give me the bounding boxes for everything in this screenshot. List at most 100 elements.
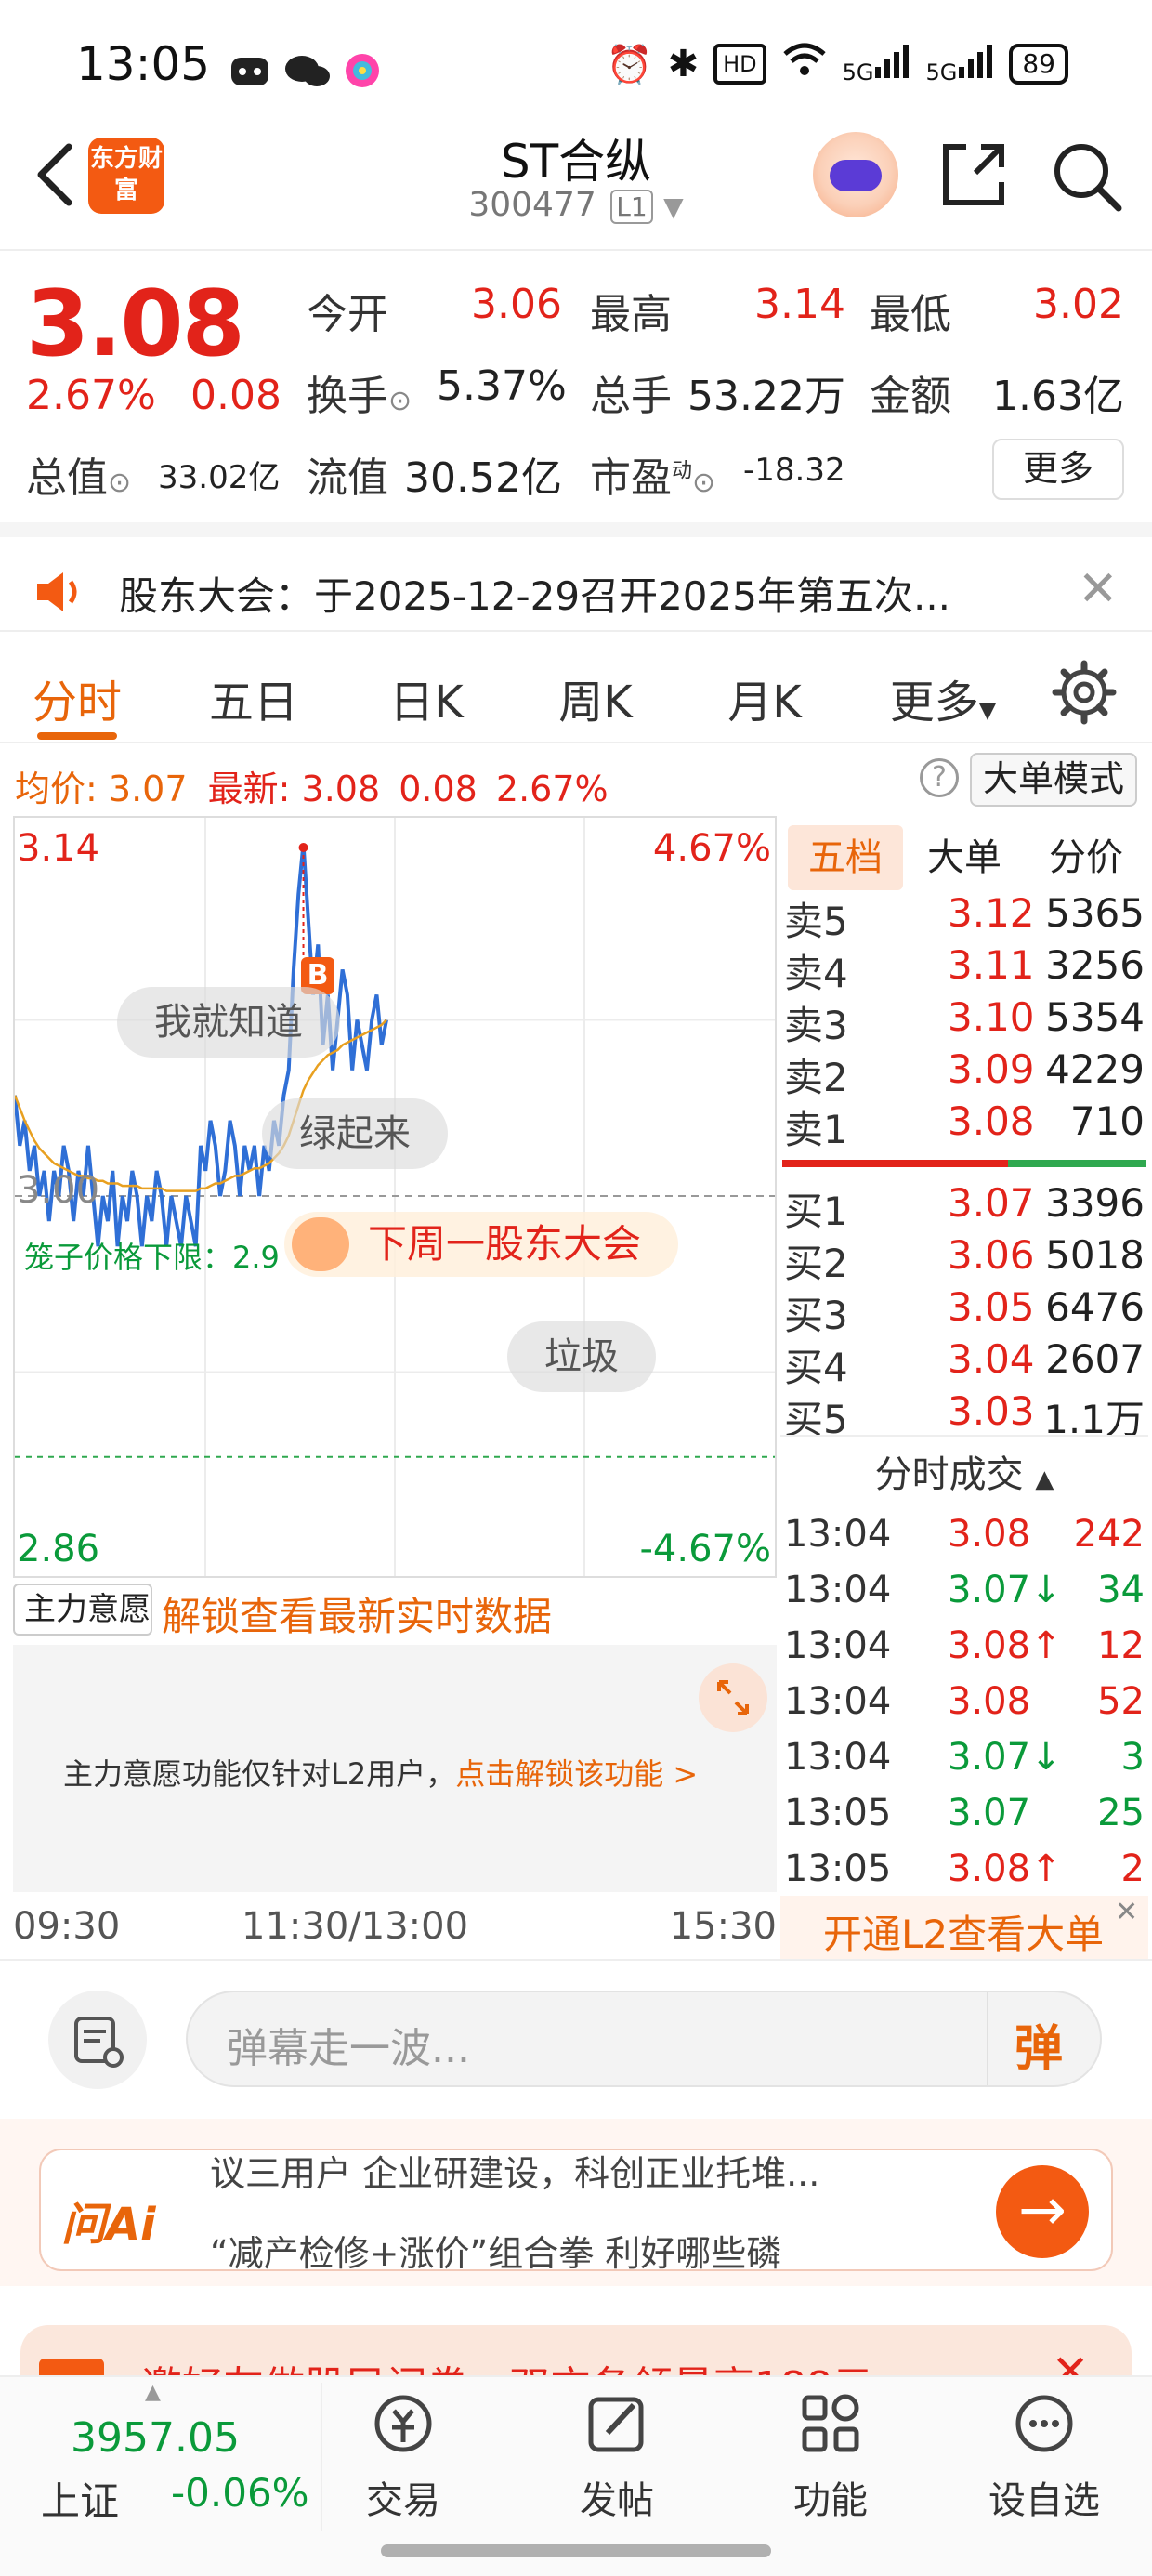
trade-price: 3.08 — [948, 1680, 1031, 1723]
indicator-select-label: 主力意愿 — [24, 1591, 151, 1628]
level-volume: 3396 — [1045, 1180, 1145, 1226]
level-price: 3.04 — [948, 1336, 1035, 1382]
level-price: 3.10 — [948, 994, 1035, 1040]
unlock-feature-link[interactable]: 点击解锁该功能 > — [455, 1756, 698, 1792]
current-price: 3.08 — [26, 271, 245, 377]
ask-row[interactable]: 卖1 3.08 710 — [780, 1098, 1148, 1152]
search-icon[interactable] — [1050, 139, 1124, 214]
divider — [987, 1992, 988, 2085]
tab-daily-k[interactable]: 日K — [357, 665, 496, 730]
level-label: 卖1 — [784, 1107, 848, 1152]
unlock-link[interactable]: 解锁查看最新实时数据 — [162, 1585, 552, 1642]
ask-ai-card[interactable]: 问Ai 议三用户 企业研建设，科创正业托堆... “减产检修+涨价”组合拳 利好… — [39, 2149, 1113, 2271]
nav-add-watchlist[interactable]: 设自选 — [970, 2386, 1119, 2524]
index-value: 3957.05 — [71, 2414, 240, 2462]
close-icon[interactable]: ✕ — [1115, 1896, 1138, 1928]
signal-label-2: 5G — [925, 59, 958, 85]
ai-assistant-avatar[interactable] — [813, 132, 898, 217]
expand-icon[interactable] — [699, 1663, 767, 1732]
intraday-chart[interactable]: 3.14 4.67% 3.00 2.86 -4.67% 笼子价格下限：2.9 B… — [13, 816, 777, 1578]
share-icon[interactable] — [938, 139, 1009, 210]
volume-label: 总手 — [590, 373, 672, 420]
home-indicator — [381, 2544, 771, 2557]
level-price: 3.11 — [948, 942, 1035, 988]
level-label: 卖3 — [784, 1003, 848, 1048]
more-button[interactable]: 更多 — [992, 439, 1124, 500]
mktcap-label[interactable]: 总值⊙ — [26, 444, 131, 504]
event-bubble[interactable]: 下周一股东大会 — [284, 1212, 679, 1277]
volume-value: 53.22万 — [687, 373, 845, 420]
active-tab-indicator — [37, 732, 117, 740]
info-dots-icon: ⊙ — [108, 467, 132, 499]
tab-more[interactable]: 更多▼ — [873, 665, 1013, 730]
avg-value: 3.07 — [108, 769, 188, 809]
order-book-panel: 五档 大单 分价 卖5 3.12 5365 卖4 3.11 3256 卖3 3.10 5354 卖… — [780, 816, 1152, 1959]
danmaku-toggle-button[interactable]: 弹 — [1015, 2009, 1063, 2079]
nav-trade[interactable]: 交易 — [329, 2386, 478, 2524]
bid-row[interactable]: 买5 3.03 1.1万 — [780, 1388, 1148, 1442]
level-volume: 710 — [1069, 1098, 1145, 1144]
l2-banner[interactable]: 开通L2查看大单 ✕ — [780, 1896, 1148, 1959]
index-change: -0.06% — [171, 2470, 309, 2516]
indicator-select[interactable]: 主力意愿 ▼ — [13, 1584, 152, 1673]
trades-title[interactable]: 分时成交 ▲ — [780, 1444, 1148, 1498]
ask-row[interactable]: 卖2 3.09 4229 — [780, 1046, 1148, 1100]
trade-row: 13:04 3.07↓ 3 — [780, 1736, 1148, 1792]
arrow-right-icon[interactable]: → — [996, 2165, 1089, 2258]
index-name: 上证 — [41, 2478, 120, 2524]
y-axis-bottom-percent: -4.67% — [639, 1528, 771, 1571]
y-axis-bottom-price: 2.86 — [17, 1528, 100, 1571]
trade-row: 13:05 3.07 25 — [780, 1792, 1148, 1847]
tab-big-orders[interactable]: 大单 — [907, 825, 1022, 890]
help-icon[interactable]: ? — [920, 758, 959, 797]
gear-icon[interactable] — [1052, 660, 1117, 725]
ask-ai-section: 问Ai 议三用户 企业研建设，科创正业托堆... “减产检修+涨价”组合拳 利好… — [0, 2119, 1152, 2286]
info-dots-icon: ⊙ — [388, 385, 412, 417]
nav-post[interactable]: 发帖 — [543, 2386, 691, 2524]
intraday-info-bar: 均价: 3.07 最新: 3.08 0.08 2.67% ? 大单模式 — [0, 749, 1152, 810]
stock-header: 东方财富 ST合纵 300477 L1 ▼ — [0, 112, 1152, 251]
pe-label[interactable]: 市盈动⊙ — [590, 444, 715, 504]
change-percent: 2.67% — [26, 372, 156, 419]
tab-price-distribution[interactable]: 分价 — [1026, 825, 1146, 890]
danmaku-input[interactable]: 弹幕走一波... 弹 — [186, 1991, 1102, 2087]
y-axis-top-percent: 4.67% — [652, 827, 771, 870]
big-order-mode-button[interactable]: 大单模式 — [970, 753, 1137, 807]
ask-row[interactable]: 卖3 3.10 5354 — [780, 994, 1148, 1048]
bid-row[interactable]: 买3 3.05 6476 — [780, 1284, 1148, 1338]
signal-icon-1: 5G — [843, 43, 911, 85]
trade-price: 3.08↑ — [948, 1624, 1062, 1667]
divider — [321, 2383, 322, 2531]
turnover-label[interactable]: 换手⊙ — [307, 362, 412, 422]
bid-row[interactable]: 买2 3.06 5018 — [780, 1232, 1148, 1286]
ask-row[interactable]: 卖4 3.11 3256 — [780, 942, 1148, 996]
event-bubble-text: 下周一股东大会 — [368, 1221, 642, 1267]
trade-time: 13:05 — [784, 1847, 892, 1890]
announcement-bar[interactable]: 股东大会：于2025-12-29召开2025年第五次... ✕ — [0, 522, 1152, 632]
tab-monthly-k[interactable]: 月K — [695, 665, 834, 730]
tab-intraday[interactable]: 分时 — [7, 665, 147, 730]
open-label: 今开 — [307, 291, 388, 338]
float-label: 流值 — [307, 454, 388, 502]
level-price: 3.06 — [948, 1232, 1035, 1278]
intraday-chart-canvas — [13, 818, 775, 1576]
bid-row[interactable]: 买4 3.04 2607 — [780, 1336, 1148, 1390]
level-label: 买3 — [784, 1293, 848, 1338]
nav-functions[interactable]: 功能 — [756, 2386, 905, 2524]
close-icon[interactable]: ✕ — [1078, 561, 1119, 617]
trade-row: 13:04 3.07↓ 34 — [780, 1569, 1148, 1624]
tab-weekly-k[interactable]: 周K — [526, 665, 665, 730]
trade-row: 13:04 3.08↑ 12 — [780, 1624, 1148, 1680]
level-label: 卖4 — [784, 951, 848, 996]
open-value: 3.06 — [471, 281, 562, 328]
notification-icons — [228, 46, 386, 102]
trade-price: 3.07↓ — [948, 1736, 1062, 1779]
ask-row[interactable]: 卖5 3.12 5365 — [780, 890, 1148, 944]
bid-row[interactable]: 买1 3.07 3396 — [780, 1180, 1148, 1234]
note-settings-icon[interactable] — [48, 1991, 147, 2089]
time-tick-close: 15:30 — [669, 1905, 777, 1948]
level-volume: 2607 — [1045, 1336, 1145, 1382]
tab-five-day[interactable]: 五日 — [184, 665, 323, 730]
index-ticker[interactable]: ▲ 3957.05 上证 -0.06% — [26, 2381, 314, 2539]
tab-five-levels[interactable]: 五档 — [788, 825, 903, 890]
